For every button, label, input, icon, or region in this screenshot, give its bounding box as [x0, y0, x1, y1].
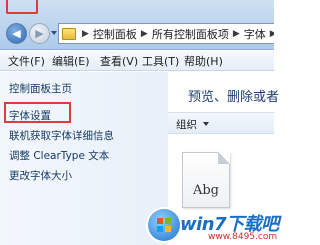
breadcrumb-separator-icon[interactable]: ▶ — [233, 29, 240, 39]
adjust-cleartype-link[interactable]: 调整 ClearType 文本 — [9, 148, 109, 163]
organize-button[interactable]: 组织 — [176, 117, 197, 132]
change-font-size-link[interactable]: 更改字体大小 — [9, 168, 72, 183]
font-file-icon[interactable]: Abg — [182, 152, 230, 208]
menu-file[interactable]: 文件(F) — [8, 53, 45, 69]
title-bar: ◀ ▶ ▶ 控制面板 ▶ 所有控制面板项 ▶ 字体 ▶ — [0, 0, 274, 50]
breadcrumb-control-panel[interactable]: 控制面板 — [93, 26, 137, 42]
breadcrumb-separator-icon[interactable]: ▶ — [82, 29, 89, 39]
control-panel-home-link[interactable]: 控制面板主页 — [9, 81, 72, 96]
breadcrumb-fonts[interactable]: 字体 — [244, 26, 266, 42]
menu-edit[interactable]: 编辑(E) — [52, 53, 90, 69]
font-sample-text: Abg — [192, 183, 220, 198]
forward-button[interactable]: ▶ — [29, 23, 50, 44]
breadcrumb-all-items[interactable]: 所有控制面板项 — [152, 26, 229, 42]
address-bar[interactable]: ▶ 控制面板 ▶ 所有控制面板项 ▶ 字体 ▶ — [58, 23, 274, 44]
back-button[interactable]: ◀ — [6, 23, 27, 44]
control-panel-folder-icon — [62, 27, 76, 40]
watermark: win7下载吧 www.8495.com — [148, 203, 279, 245]
windows-logo-icon — [148, 209, 180, 241]
organize-dropdown-icon[interactable] — [203, 122, 209, 126]
recent-pages-dropdown-icon[interactable] — [51, 31, 57, 35]
page-title: 预览、删除或者 — [188, 90, 280, 105]
online-font-info-link[interactable]: 联机获取字体详细信息 — [9, 128, 114, 143]
left-nav-pane: 控制面板主页 字体设置 联机获取字体详细信息 调整 ClearType 文本 更… — [0, 72, 168, 245]
highlight-box-font-settings — [4, 102, 71, 123]
back-arrow-icon: ◀ — [12, 27, 21, 40]
menu-tools[interactable]: 工具(T) — [142, 53, 179, 69]
menu-help[interactable]: 帮助(H) — [184, 53, 223, 69]
menu-bar: 文件(F) 编辑(E) 查看(V) 工具(T) 帮助(H) — [0, 51, 274, 71]
menu-view[interactable]: 查看(V) — [100, 53, 138, 69]
highlight-box-top — [6, 0, 38, 14]
command-toolbar: 组织 — [168, 112, 274, 134]
page-fold-icon — [218, 152, 230, 164]
watermark-url: www.8495.com — [208, 232, 278, 242]
forward-arrow-icon: ▶ — [35, 27, 44, 40]
breadcrumb-separator-icon[interactable]: ▶ — [141, 29, 148, 39]
breadcrumb-separator-icon[interactable]: ▶ — [270, 29, 274, 39]
